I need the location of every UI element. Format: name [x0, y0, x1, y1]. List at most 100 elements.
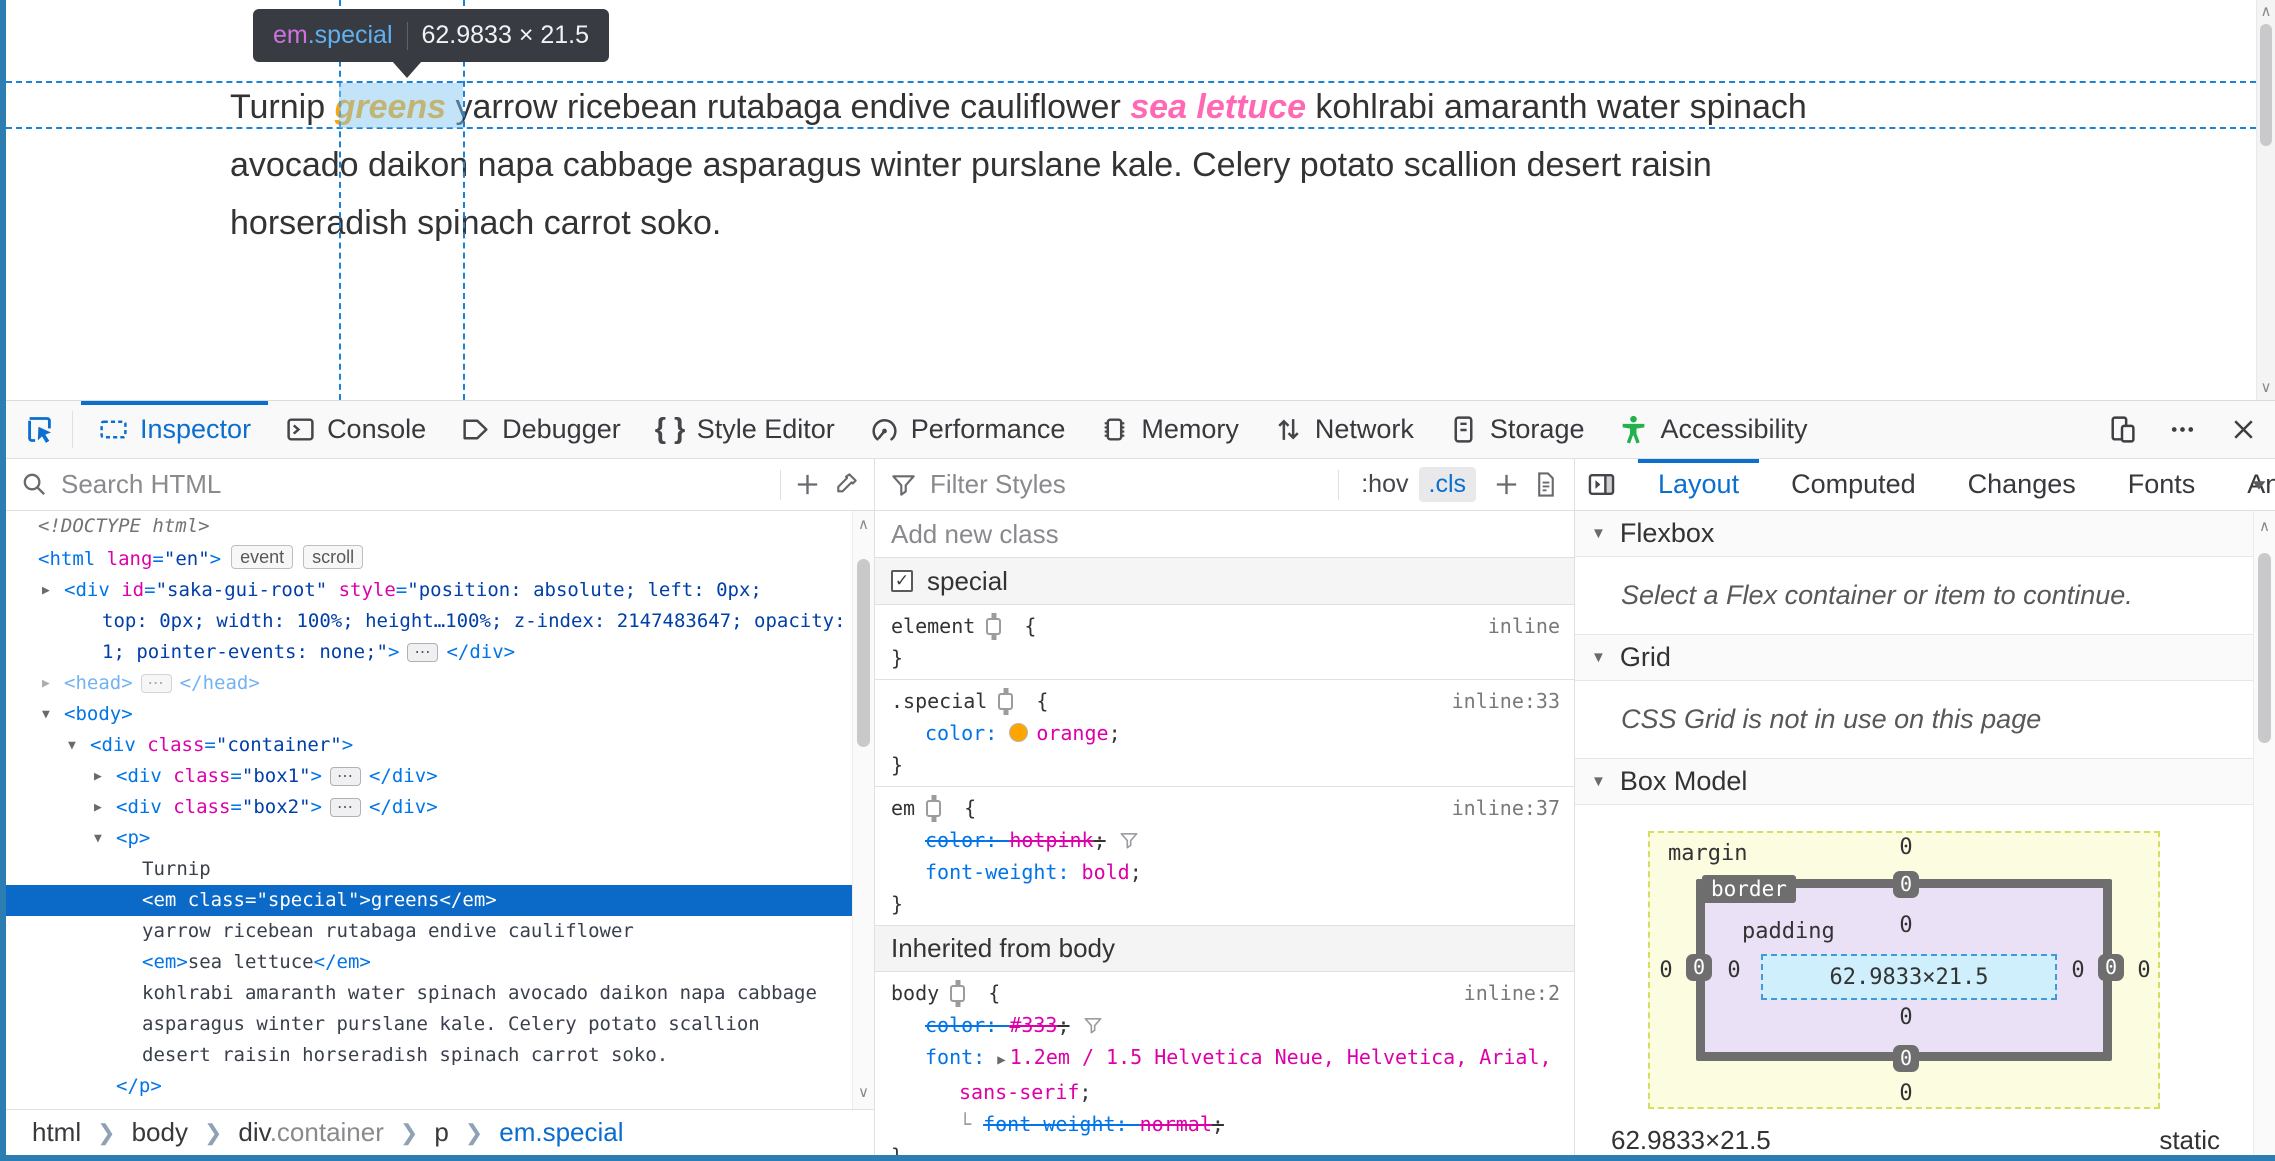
box-model-content[interactable]: 62.9833×21.5 — [1761, 954, 2057, 1000]
tree-row[interactable]: ▼ <div class="container"> — [6, 730, 852, 761]
css-rule-line[interactable]: } — [875, 888, 1574, 920]
tree-row[interactable]: <em>sea lettuce</em> — [6, 947, 852, 978]
border-bottom-value[interactable]: 0 — [1893, 1045, 1920, 1072]
css-declaration-overridden[interactable]: └ font-weight: normal; — [875, 1108, 1574, 1140]
breadcrumb-item-div[interactable]: div.container — [238, 1117, 384, 1148]
margin-right-value[interactable]: 0 — [2124, 958, 2164, 983]
rule-source-link[interactable]: inline:33 — [1452, 685, 1560, 717]
tab-network[interactable]: Network — [1256, 401, 1431, 458]
tree-row[interactable]: kohlrabi amaranth water spinach avocado … — [6, 978, 852, 1009]
tab-memory[interactable]: Memory — [1082, 401, 1256, 458]
overridden-filter-icon[interactable] — [1118, 829, 1140, 851]
css-rule-line[interactable]: color: orange; — [875, 717, 1574, 749]
inline-ellipsis-toggle[interactable]: ⋯ — [407, 643, 439, 662]
tree-row-selected[interactable]: <em class="special">greens</em> — [6, 885, 852, 916]
scroll-up-icon[interactable]: ∧ — [853, 515, 874, 533]
css-declaration-overridden[interactable]: color: #333; — [875, 1009, 1574, 1041]
badge-event[interactable]: event — [231, 545, 294, 569]
padding-top-value[interactable]: 0 — [1886, 913, 1926, 938]
node-picker-button[interactable] — [6, 401, 72, 458]
pseudo-class-toggle[interactable]: :hov — [1351, 470, 1418, 499]
markup-scrollbar[interactable]: ∧ ∨ — [852, 511, 874, 1109]
css-rule-line[interactable]: .special {inline:33 — [875, 685, 1574, 717]
page-scrollbar[interactable]: ∧ ∨ — [2256, 0, 2275, 400]
expand-twisty-icon[interactable]: ▼ — [68, 730, 90, 761]
css-declaration-overridden[interactable]: color: hotpink; — [875, 824, 1574, 856]
scroll-up-icon[interactable]: ∧ — [2254, 517, 2275, 535]
rule-source-link[interactable]: inline:37 — [1452, 792, 1560, 824]
selector-highlighter-icon[interactable] — [926, 800, 942, 817]
tree-row[interactable]: ▶ <div class="box1"> ⋯ </div> — [6, 761, 852, 792]
tab-style-editor[interactable]: { } Style Editor — [638, 401, 852, 458]
class-panel-toggle[interactable]: .cls — [1418, 467, 1476, 502]
tree-row[interactable]: <!DOCTYPE html> — [6, 511, 852, 542]
devtools-menu-icon[interactable] — [2167, 414, 2198, 445]
css-rule-line[interactable]: font-weight: bold; — [875, 856, 1574, 888]
border-top-value[interactable]: 0 — [1893, 871, 1920, 898]
expand-twisty-icon[interactable]: ▼ — [94, 823, 116, 854]
tree-row[interactable]: </p> — [6, 1071, 852, 1102]
box-model-section-header[interactable]: ▼ Box Model — [1575, 759, 2275, 805]
selector-highlighter-icon[interactable] — [950, 985, 966, 1002]
scroll-up-icon[interactable]: ∧ — [2257, 2, 2275, 20]
tree-row[interactable]: desert raisin horseradish spinach carrot… — [6, 1040, 852, 1071]
eyedropper-icon[interactable] — [831, 470, 860, 499]
margin-top-value[interactable]: 0 — [1886, 835, 1926, 860]
add-node-icon[interactable] — [793, 470, 822, 499]
markup-scrollbar-thumb[interactable] — [857, 559, 870, 747]
color-swatch[interactable] — [1009, 723, 1029, 742]
selector-highlighter-icon[interactable] — [986, 618, 1002, 635]
css-rule-line[interactable]: em {inline:37 — [875, 792, 1574, 824]
tree-row[interactable]: top: 0px; width: 100%; height…100%; z-in… — [6, 606, 852, 637]
tree-row[interactable]: ▼ <body> — [6, 699, 852, 730]
tab-console[interactable]: Console — [268, 401, 443, 458]
tree-row[interactable]: ▶ <div id="saka-gui-root" style="position… — [6, 575, 852, 606]
scroll-down-icon[interactable]: ∨ — [2257, 378, 2275, 396]
padding-right-value[interactable]: 0 — [2058, 958, 2098, 983]
tree-row[interactable]: ▶ <head> ⋯ </head> — [6, 668, 852, 699]
tab-inspector[interactable]: Inspector — [81, 401, 269, 458]
tree-row[interactable]: ▶ <div class="box2"> ⋯ </div> — [6, 792, 852, 823]
close-devtools-icon[interactable] — [2228, 414, 2259, 445]
add-rule-icon[interactable] — [1492, 470, 1521, 499]
css-rule-line[interactable]: body {inline:2 — [875, 977, 1574, 1009]
tree-row[interactable]: ▼ <p> — [6, 823, 852, 854]
tab-debugger[interactable]: Debugger — [443, 401, 638, 458]
css-rule-line[interactable]: element {inline — [875, 610, 1574, 642]
breadcrumb-item-html[interactable]: html — [32, 1117, 81, 1148]
padding-left-value[interactable]: 0 — [1714, 958, 1754, 983]
sidebar-tab-layout[interactable]: Layout — [1632, 459, 1765, 510]
tree-row[interactable]: Turnip — [6, 854, 852, 885]
selector-highlighter-icon[interactable] — [998, 693, 1014, 710]
tree-row[interactable]: asparagus winter purslane kale. Celery p… — [6, 1009, 852, 1040]
tab-storage[interactable]: Storage — [1431, 401, 1602, 458]
rule-source-link[interactable]: inline — [1488, 610, 1560, 642]
expand-twisty-icon[interactable]: ▶ — [42, 575, 64, 606]
tree-row[interactable]: 1; pointer-events: none;"> ⋯ </div> — [6, 637, 852, 668]
rule-source-link[interactable]: inline:2 — [1464, 977, 1560, 1009]
margin-left-value[interactable]: 0 — [1646, 958, 1686, 983]
sidebar-collapse-icon[interactable] — [1585, 468, 1618, 501]
css-rule-line[interactable]: sans-serif; — [875, 1076, 1574, 1108]
css-rule-line[interactable]: } — [875, 642, 1574, 674]
tab-performance[interactable]: Performance — [852, 401, 1083, 458]
tree-row[interactable]: yarrow ricebean rutabaga endive cauliflo… — [6, 916, 852, 947]
sidebar-tab-computed[interactable]: Computed — [1765, 459, 1942, 510]
padding-bottom-value[interactable]: 0 — [1886, 1005, 1926, 1030]
grid-section-header[interactable]: ▼ Grid — [1575, 635, 2275, 681]
breadcrumb-item-em.special[interactable]: em.special — [499, 1117, 623, 1148]
page-scrollbar-thumb[interactable] — [2260, 24, 2272, 146]
tree-row[interactable]: <html lang="en"> event scroll — [6, 542, 852, 575]
border-left-value[interactable]: 0 — [1686, 954, 1713, 981]
filter-styles-input[interactable]: Filter Styles — [930, 469, 1066, 500]
margin-bottom-value[interactable]: 0 — [1886, 1081, 1926, 1106]
print-simulation-icon[interactable] — [1531, 470, 1560, 499]
border-right-value[interactable]: 0 — [2098, 954, 2125, 981]
badge-scroll[interactable]: scroll — [303, 545, 364, 569]
expand-twisty-icon[interactable]: ▼ — [42, 699, 64, 730]
breadcrumb-item-p[interactable]: p — [434, 1117, 448, 1148]
css-rule-line[interactable]: font: ▶ 1.2em / 1.5 Helvetica Neue, Helve… — [875, 1041, 1574, 1076]
tab-accessibility[interactable]: Accessibility — [1601, 401, 1824, 458]
class-checkbox[interactable]: ✓ — [891, 570, 913, 592]
css-rule-line[interactable]: } — [875, 1140, 1574, 1155]
